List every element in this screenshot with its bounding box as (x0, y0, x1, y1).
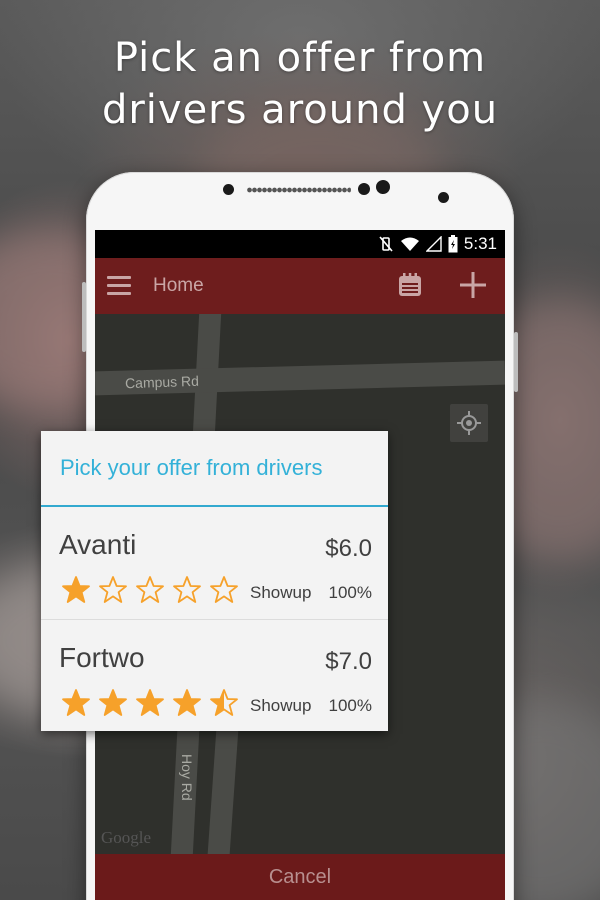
showup-value: 100% (328, 583, 372, 602)
star-filled-icon (62, 576, 90, 603)
status-bar: 5:31 (95, 230, 505, 258)
star-half-icon (210, 689, 238, 716)
offers-dialog: Pick your offer from drivers Avanti $6.0… (41, 431, 388, 731)
sensor-dot (438, 192, 449, 203)
my-location-button[interactable] (450, 404, 488, 442)
app-bar-title: Home (153, 275, 204, 296)
vibrate-off-icon (379, 236, 393, 252)
cancel-button[interactable]: Cancel (95, 854, 505, 900)
dialog-title: Pick your offer from drivers (60, 455, 323, 480)
offer-item[interactable]: Avanti $6.0 Showup 100% (41, 507, 388, 620)
menu-icon-bar (107, 284, 131, 287)
star-empty-icon (173, 576, 201, 603)
crosshair-icon (457, 411, 481, 435)
headline-line-2: drivers around you (101, 87, 499, 133)
road-label-hoy: Hoy Rd (179, 754, 195, 801)
phone-side-button (514, 332, 518, 392)
star-filled-icon (136, 689, 164, 716)
star-filled-icon (62, 689, 90, 716)
cancel-label: Cancel (268, 866, 332, 888)
menu-icon[interactable] (107, 276, 131, 296)
phone-side-button (82, 282, 86, 352)
driver-name: Avanti (59, 529, 137, 560)
front-camera (376, 180, 390, 194)
sensor-dot (223, 184, 234, 195)
star-empty-icon (99, 576, 127, 603)
menu-icon-bar (107, 276, 131, 279)
driver-rating-stars (61, 575, 239, 605)
wifi-icon (400, 237, 419, 251)
signal-icon (425, 236, 442, 252)
showup-label: Showup (250, 583, 312, 602)
status-time: 5:31 (463, 234, 497, 253)
headline-line-1: Pick an offer from (113, 35, 487, 81)
promo-headline: Pick an offer from drivers around you (0, 32, 600, 136)
star-empty-icon (210, 576, 238, 603)
offer-price: $6.0 (325, 535, 372, 562)
offer-item[interactable]: Fortwo $7.0 Showup 100% (41, 620, 388, 732)
calendar-icon[interactable] (397, 272, 423, 298)
star-filled-icon (173, 689, 201, 716)
battery-icon (448, 235, 458, 253)
status-icons: 5:31 (378, 233, 497, 255)
sensor-dot (358, 183, 370, 195)
star-empty-icon (136, 576, 164, 603)
app-bar: Home (95, 258, 505, 314)
plus-icon[interactable] (458, 270, 488, 300)
map-attribution: Google (101, 828, 152, 847)
dialog-header: Pick your offer from drivers (41, 431, 388, 507)
driver-rating-stars (61, 688, 239, 718)
showup-value: 100% (328, 696, 372, 715)
road-label-campus: Campus Rd (124, 372, 200, 392)
offer-price: $7.0 (325, 648, 372, 675)
showup-label: Showup (250, 696, 312, 715)
driver-name: Fortwo (59, 642, 145, 673)
star-filled-icon (99, 689, 127, 716)
earpiece-speaker (247, 186, 351, 194)
menu-icon-bar (107, 292, 131, 295)
